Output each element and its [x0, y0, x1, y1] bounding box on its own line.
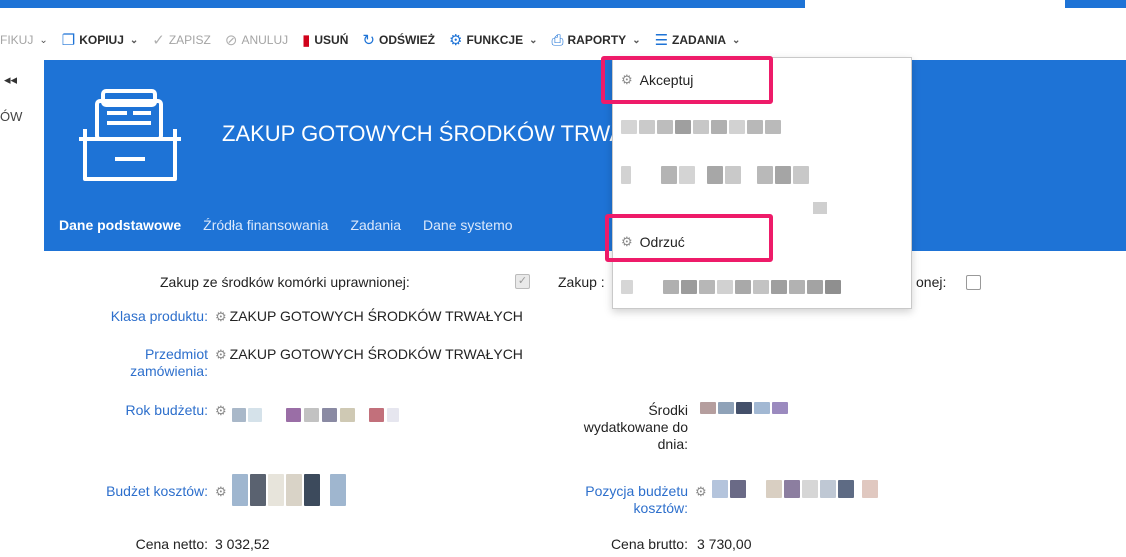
highlight-accept: [601, 56, 773, 104]
reports-label: RAPORTY: [567, 33, 627, 47]
printer-icon: ⎙: [551, 31, 564, 49]
budget-position-value: ⚙: [695, 483, 710, 500]
toolbar: FIKUJ ⌄ ❐ KOPIUJ ⌄ ✓ ZAPISZ ⊘ ANULUJ ▮ U…: [0, 22, 754, 58]
functions-button[interactable]: ⚙ FUNKCJE ⌄: [449, 31, 538, 49]
modify-label: FIKUJ: [0, 33, 34, 47]
functions-label: FUNKCJE: [466, 33, 524, 47]
page-title: ZAKUP GOTOWYCH ŚRODKÓW TRWA: [222, 121, 625, 146]
gross-price-value: 3 730,00: [697, 536, 752, 552]
refresh-button[interactable]: ↻ ODŚWIEŻ: [362, 31, 435, 49]
refresh-label: ODŚWIEŻ: [378, 33, 435, 47]
highlight-reject: [605, 214, 773, 262]
other-funds-label-prefix: Zakup :: [558, 274, 605, 290]
delete-label: USUŃ: [314, 33, 349, 47]
chevron-down-icon: ⌄: [39, 34, 48, 46]
refresh-icon: ↻: [362, 32, 375, 49]
chevron-down-icon: ⌄: [632, 34, 641, 46]
budget-year-value: ⚙: [215, 402, 230, 419]
tab-funding-sources[interactable]: Źródła finansowania: [203, 217, 328, 233]
gears-icon: ⚙: [448, 32, 463, 49]
menu-item-redacted-3[interactable]: [813, 202, 827, 214]
delete-button[interactable]: ▮ USUŃ: [302, 31, 348, 49]
save-button[interactable]: ✓ ZAPISZ: [152, 31, 211, 49]
sidebar-stub-text: ÓW: [0, 109, 23, 124]
collapse-sidebar-icon[interactable]: ◂◂: [4, 72, 17, 88]
other-funds-label-suffix: onej:: [916, 274, 947, 290]
top-progress-strip-right: [1065, 0, 1126, 8]
spent-to-date-value-redacted: [700, 402, 788, 414]
product-class-label[interactable]: Klasa produktu:: [84, 308, 208, 325]
budget-year-label[interactable]: Rok budżetu:: [84, 402, 209, 419]
chevron-down-icon: ⌄: [129, 34, 139, 46]
menu-item-redacted-1[interactable]: [621, 120, 781, 134]
save-label: ZAPISZ: [168, 33, 211, 47]
cost-budget-value-redacted: [232, 474, 346, 506]
copy-label: KOPIUJ: [79, 33, 124, 47]
check-icon: ✓: [152, 32, 165, 49]
tab-basic-data[interactable]: Dane podstawowe: [59, 217, 181, 233]
cost-budget-value: ⚙: [215, 483, 230, 500]
tasks-button[interactable]: ☰ ZADANIA ⌄: [655, 31, 741, 49]
product-class-value: ⚙ ZAKUP GOTOWYCH ŚRODKÓW TRWAŁYCH: [215, 308, 523, 324]
own-funds-checkbox[interactable]: ✓: [515, 274, 530, 289]
modify-button[interactable]: FIKUJ ⌄: [0, 33, 48, 47]
menu-item-redacted-2[interactable]: [621, 166, 809, 184]
budget-position-label[interactable]: Pozycja budżetu kosztów:: [550, 483, 688, 517]
copy-icon: ❐: [61, 32, 76, 49]
cost-budget-label[interactable]: Budżet kosztów:: [74, 483, 208, 500]
trash-icon: ▮: [302, 32, 311, 49]
other-funds-checkbox[interactable]: [966, 275, 981, 290]
gross-price-label: Cena brutto:: [610, 536, 688, 552]
gears-icon: ⚙: [215, 347, 227, 362]
cancel-label: ANULUJ: [241, 33, 289, 47]
top-progress-strip: [0, 0, 805, 8]
gears-icon: ⚙: [215, 403, 227, 418]
tasks-icon: ☰: [654, 32, 669, 49]
tab-tasks[interactable]: Zadania: [350, 217, 401, 233]
gears-icon: ⚙: [695, 484, 707, 499]
net-price-value: 3 032,52: [215, 536, 270, 552]
gears-icon: ⚙: [215, 484, 227, 499]
menu-item-redacted-4[interactable]: [621, 280, 841, 294]
tab-system-data[interactable]: Dane systemo: [423, 217, 512, 233]
net-price-label: Cena netto:: [135, 536, 208, 552]
gears-icon: ⚙: [215, 309, 227, 324]
chevron-down-icon: ⌄: [529, 34, 538, 46]
tab-bar: Dane podstawowe Źródła finansowania Zada…: [59, 217, 535, 233]
budget-year-value-redacted: [232, 408, 399, 422]
budget-position-value-redacted: [712, 480, 878, 498]
tasks-label: ZADANIA: [672, 33, 727, 47]
filing-cabinet-icon: [79, 89, 181, 181]
cancel-button[interactable]: ⊘ ANULUJ: [225, 31, 288, 49]
own-funds-label: Zakup ze środków komórki uprawnionej:: [160, 274, 410, 290]
reports-button[interactable]: ⎙ RAPORTY ⌄: [552, 32, 641, 49]
copy-button[interactable]: ❐ KOPIUJ ⌄: [62, 31, 139, 49]
order-subject-label[interactable]: Przedmiot zamówienia:: [84, 346, 208, 380]
chevron-down-icon: ⌄: [732, 34, 741, 46]
order-subject-value: ⚙ ZAKUP GOTOWYCH ŚRODKÓW TRWAŁYCH: [215, 346, 523, 362]
cancel-icon: ⊘: [224, 32, 238, 49]
spent-to-date-label: Środki wydatkowane do dnia:: [583, 402, 688, 452]
